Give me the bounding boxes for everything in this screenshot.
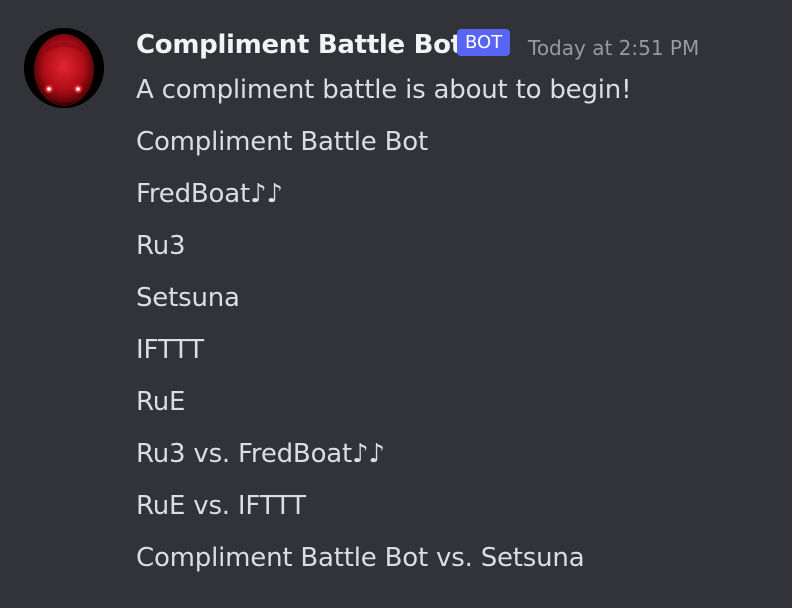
chat-message: Compliment Battle Bot BOT Today at 2:51 …: [0, 0, 792, 608]
message-line: Setsuna: [136, 283, 240, 313]
message-line: FredBoat♪♪: [136, 179, 283, 209]
message-content: A compliment battle is about to begin! C…: [136, 72, 776, 592]
message-line: Compliment Battle Bot vs. Setsuna: [136, 543, 585, 573]
bot-badge: BOT: [457, 29, 511, 56]
message-line: A compliment battle is about to begin!: [136, 75, 632, 105]
message-line: Ru3: [136, 231, 186, 261]
bot-avatar[interactable]: [24, 28, 104, 108]
message-line: IFTTT: [136, 335, 204, 365]
message-line: RuE vs. IFTTT: [136, 491, 306, 521]
message-timestamp[interactable]: Today at 2:51 PM: [528, 36, 699, 60]
red-face-avatar-icon: [24, 28, 104, 108]
author-name[interactable]: Compliment Battle Bot: [136, 30, 463, 60]
message-line: Ru3 vs. FredBoat♪♪: [136, 439, 385, 469]
message-line: RuE: [136, 387, 186, 417]
message-line: Compliment Battle Bot: [136, 127, 428, 157]
